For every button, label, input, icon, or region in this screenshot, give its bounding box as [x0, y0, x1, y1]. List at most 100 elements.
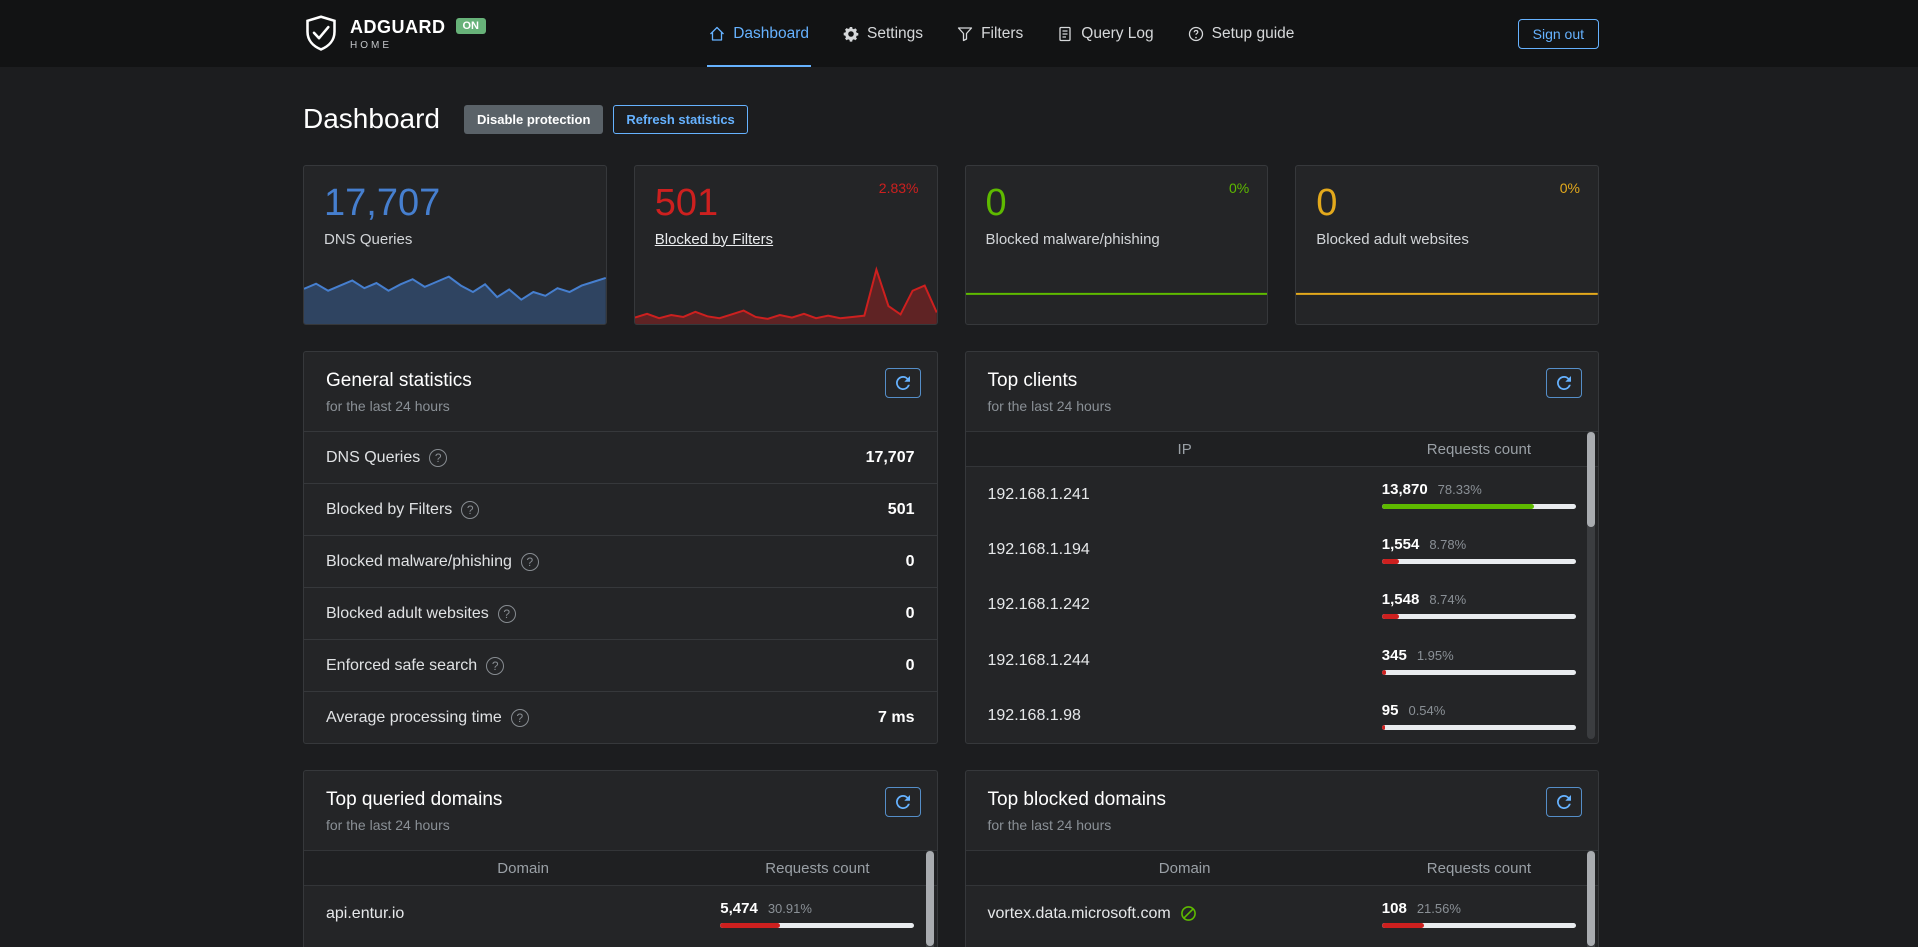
scrollbar-thumb[interactable]: [1587, 432, 1595, 527]
general-statistics-card: General statistics for the last 24 hours…: [303, 351, 938, 744]
stats-row: Blocked by Filters ? 501: [304, 483, 937, 535]
col-header-requests: Requests count: [720, 860, 914, 877]
refresh-top-queried-button[interactable]: [885, 787, 921, 817]
stat-card-blocked-by-filters: 2.83% 501 Blocked by Filters: [634, 165, 938, 325]
refresh-icon: [1557, 376, 1571, 390]
disable-protection-button[interactable]: Disable protection: [464, 105, 603, 134]
requests-progress-track: [1382, 670, 1576, 675]
stat-percent: 0%: [1560, 180, 1580, 196]
shield-logo-icon: [303, 14, 339, 54]
stats-row: Blocked malware/phishing ? 0: [304, 535, 937, 587]
scrollbar-track[interactable]: [1587, 431, 1595, 739]
card-subtitle: for the last 24 hours: [988, 398, 1577, 414]
request-percent: 1.95%: [1417, 648, 1454, 663]
requests-progress-fill: [1382, 923, 1424, 928]
refresh-icon: [896, 376, 910, 390]
card-title: Top clients: [988, 370, 1577, 392]
stats-row: Average processing time ? 7 ms: [304, 691, 937, 743]
scrollbar-track[interactable]: [1587, 850, 1595, 947]
requests-progress-track: [720, 923, 914, 928]
blocked-adult-value: 0: [1316, 182, 1578, 226]
nav-item-settings[interactable]: Settings: [841, 0, 925, 67]
refresh-top-blocked-button[interactable]: [1546, 787, 1582, 817]
table-header: IP Requests count: [966, 431, 1599, 467]
requests-progress-fill: [1382, 614, 1399, 619]
client-ip: 192.168.1.241: [988, 486, 1382, 504]
request-percent: 30.91%: [768, 901, 812, 916]
help-circle-icon[interactable]: ?: [486, 657, 504, 675]
scrollbar-track[interactable]: [926, 850, 934, 947]
brand-name: ADGUARD: [350, 17, 446, 38]
refresh-general-statistics-button[interactable]: [885, 368, 921, 398]
dns-queries-value: 17,707: [324, 182, 586, 226]
col-header-domain: Domain: [326, 860, 720, 877]
unblock-domain-icon[interactable]: [1180, 905, 1197, 922]
queried-domain: api.entur.io: [326, 905, 720, 923]
stat-card-blocked-malware: 0% 0 Blocked malware/phishing: [965, 165, 1269, 325]
request-count: 108: [1382, 900, 1407, 917]
gear-icon: [843, 26, 859, 42]
requests-progress-fill: [1382, 670, 1386, 675]
sign-out-button[interactable]: Sign out: [1518, 19, 1599, 49]
request-percent: 8.78%: [1429, 537, 1466, 552]
client-ip: 192.168.1.194: [988, 541, 1382, 559]
help-circle-icon[interactable]: ?: [498, 605, 516, 623]
dashboard-page: Dashboard Disable protection Refresh sta…: [303, 103, 1599, 947]
protection-status-badge: ON: [456, 18, 487, 34]
table-header: Domain Requests count: [304, 850, 937, 886]
requests-progress-track: [1382, 504, 1576, 509]
nav-item-query-log[interactable]: Query Log: [1055, 0, 1155, 67]
nav-item-filters[interactable]: Filters: [955, 0, 1025, 67]
nav-item-dashboard[interactable]: Dashboard: [707, 0, 811, 67]
dns-queries-label: DNS Queries: [324, 231, 586, 248]
refresh-top-clients-button[interactable]: [1546, 368, 1582, 398]
blocked-by-filters-link[interactable]: Blocked by Filters: [655, 231, 773, 248]
stats-row: DNS Queries ? 17,707: [304, 431, 937, 483]
adguard-home-logo[interactable]: ADGUARD ON HOME: [303, 14, 486, 54]
top-clients-card: Top clients for the last 24 hours IP Req…: [965, 351, 1600, 744]
card-subtitle: for the last 24 hours: [326, 398, 915, 414]
stat-percent: 0%: [1229, 180, 1249, 196]
requests-progress-track: [1382, 559, 1576, 564]
request-count: 1,554: [1382, 536, 1420, 553]
main-nav: Dashboard Settings Filters Query Log: [486, 0, 1518, 67]
client-row: 192.168.1.244 345 1.95%: [966, 633, 1599, 688]
col-header-ip: IP: [988, 441, 1382, 458]
scrollbar-thumb[interactable]: [1587, 851, 1595, 946]
blocked-filters-sparkline: [635, 260, 937, 324]
stat-card-blocked-adult: 0% 0 Blocked adult websites: [1295, 165, 1599, 325]
stat-percent: 2.83%: [879, 180, 919, 196]
help-circle-icon[interactable]: ?: [461, 501, 479, 519]
request-count: 5,474: [720, 900, 758, 917]
stat-cards-row: 17,707 DNS Queries 2.83% 501 Blocked by …: [303, 165, 1599, 325]
client-row: 192.168.1.194 1,554 8.78%: [966, 522, 1599, 577]
refresh-statistics-button[interactable]: Refresh statistics: [613, 105, 747, 134]
requests-progress-fill: [1382, 504, 1534, 509]
requests-progress-track: [1382, 614, 1576, 619]
nav-item-setup-guide[interactable]: Setup guide: [1186, 0, 1297, 67]
stat-card-dns-queries: 17,707 DNS Queries: [303, 165, 607, 325]
table-header: Domain Requests count: [966, 850, 1599, 886]
funnel-icon: [957, 26, 973, 42]
help-icon: [1188, 26, 1204, 42]
stats-row: Blocked adult websites ? 0: [304, 587, 937, 639]
request-count: 13,870: [1382, 481, 1428, 498]
help-circle-icon[interactable]: ?: [521, 553, 539, 571]
help-circle-icon[interactable]: ?: [511, 709, 529, 727]
request-count: 345: [1382, 647, 1407, 664]
scrollbar-thumb[interactable]: [926, 851, 934, 946]
top-navbar: ADGUARD ON HOME Dashboard Settings: [0, 0, 1918, 67]
dns-queries-sparkline: [304, 260, 606, 324]
request-percent: 8.74%: [1429, 592, 1466, 607]
card-title: General statistics: [326, 370, 915, 392]
blocked-filters-value: 501: [655, 182, 917, 226]
help-circle-icon[interactable]: ?: [429, 449, 447, 467]
requests-progress-track: [1382, 923, 1576, 928]
client-ip: 192.168.1.244: [988, 652, 1382, 670]
requests-progress-fill: [1382, 559, 1399, 564]
document-icon: [1057, 26, 1073, 42]
page-title: Dashboard: [303, 103, 440, 135]
client-row: 192.168.1.98 950.54%: [966, 689, 1599, 744]
request-percent: 21.56%: [1417, 901, 1461, 916]
request-percent: 78.33%: [1438, 482, 1482, 497]
